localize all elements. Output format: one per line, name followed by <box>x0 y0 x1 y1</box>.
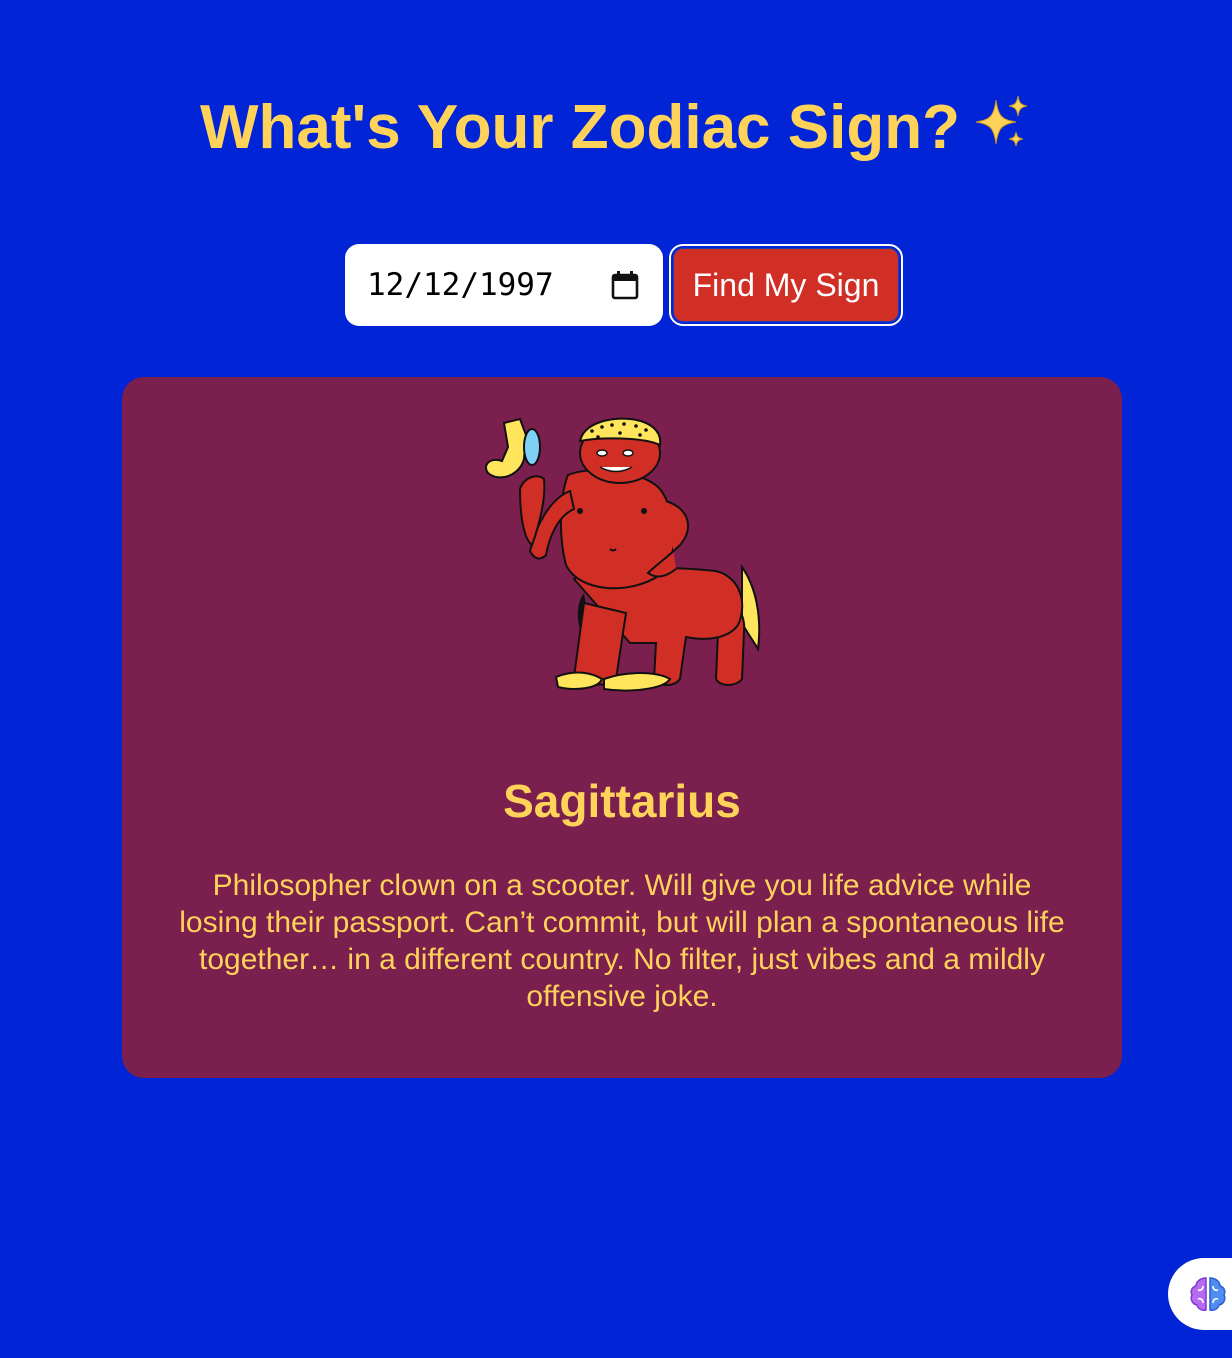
sagittarius-centaur-illustration <box>484 417 761 692</box>
find-my-sign-button[interactable]: Find My Sign <box>669 244 903 326</box>
birthdate-input[interactable]: 12/12/1997 <box>345 244 663 326</box>
result-card: Sagittarius Philosopher clown on a scoot… <box>122 377 1122 1078</box>
birthdate-value: 12/12/1997 <box>367 267 554 303</box>
birthday-form: 12/12/1997 Find My Sign <box>345 244 903 326</box>
assistant-button[interactable] <box>1168 1258 1232 1330</box>
calendar-icon[interactable] <box>611 270 639 300</box>
brain-icon <box>1190 1277 1226 1311</box>
sparkles-icon <box>970 92 1032 172</box>
sign-description: Philosopher clown on a scooter. Will giv… <box>179 869 1065 1013</box>
page-title-text: What's Your Zodiac Sign? <box>200 93 960 162</box>
page: What's Your Zodiac Sign? 12/12/1997 Find… <box>0 0 1232 1358</box>
page-title: What's Your Zodiac Sign? <box>0 88 1232 172</box>
sign-name: Sagittarius <box>503 775 741 827</box>
